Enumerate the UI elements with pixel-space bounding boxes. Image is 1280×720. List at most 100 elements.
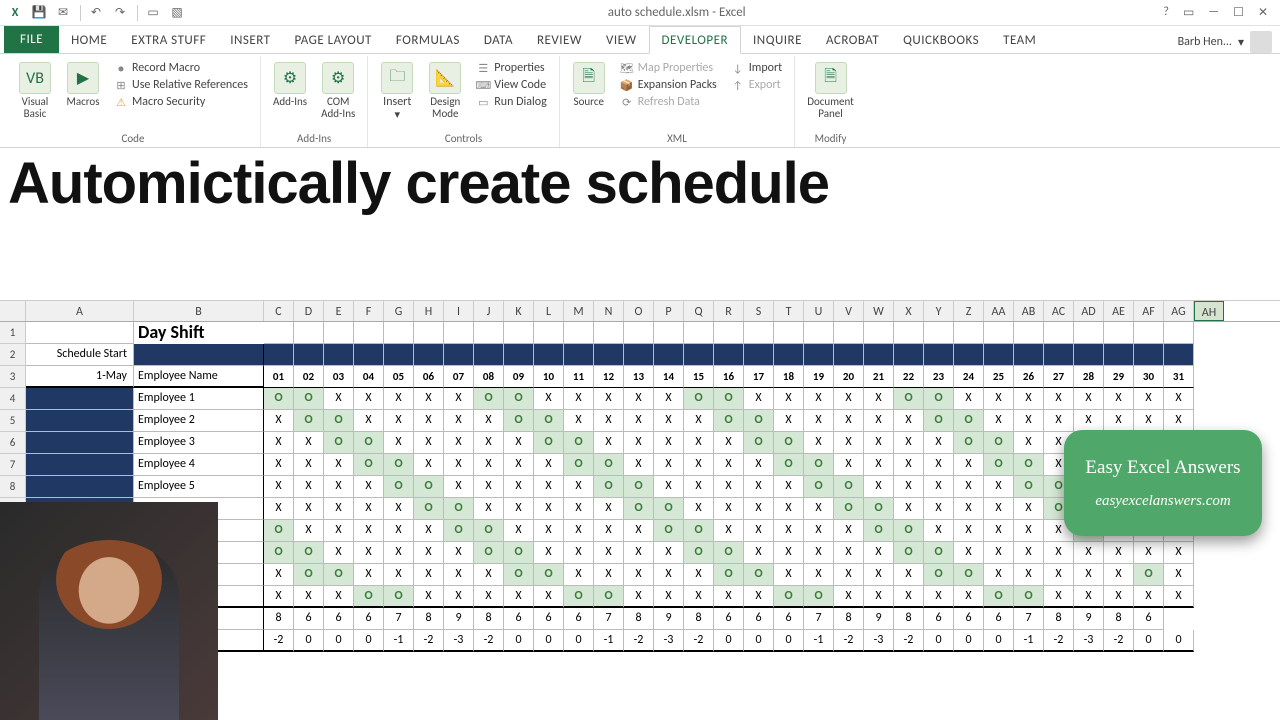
- col-header[interactable]: AG: [1164, 301, 1194, 321]
- cell[interactable]: X: [834, 586, 864, 608]
- cell[interactable]: X: [1134, 542, 1164, 564]
- col-header[interactable]: J: [474, 301, 504, 321]
- redo-icon[interactable]: ↷: [109, 2, 131, 24]
- visual-basic-button[interactable]: VBVisual Basic: [14, 60, 56, 122]
- tab-file[interactable]: FILE: [4, 26, 59, 53]
- cell[interactable]: [134, 344, 264, 366]
- cell[interactable]: X: [684, 454, 714, 476]
- cell[interactable]: O: [744, 410, 774, 432]
- cell[interactable]: O: [924, 388, 954, 410]
- cell[interactable]: O: [324, 432, 354, 454]
- cell[interactable]: X: [1014, 388, 1044, 410]
- cell[interactable]: 07: [444, 366, 474, 388]
- cell[interactable]: 18: [774, 366, 804, 388]
- cell[interactable]: X: [474, 564, 504, 586]
- col-header[interactable]: R: [714, 301, 744, 321]
- cell[interactable]: X: [384, 564, 414, 586]
- cell[interactable]: X: [294, 476, 324, 498]
- cell[interactable]: [534, 322, 564, 344]
- cell[interactable]: O: [384, 586, 414, 608]
- cell[interactable]: X: [474, 586, 504, 608]
- cell[interactable]: X: [1014, 432, 1044, 454]
- cell[interactable]: X: [324, 520, 354, 542]
- cell[interactable]: X: [504, 498, 534, 520]
- col-header[interactable]: AD: [1074, 301, 1104, 321]
- tab-home[interactable]: HOME: [59, 27, 119, 53]
- cell[interactable]: X: [774, 388, 804, 410]
- cell[interactable]: X: [294, 520, 324, 542]
- cell[interactable]: O: [534, 564, 564, 586]
- cell[interactable]: X: [774, 564, 804, 586]
- cell[interactable]: 22: [894, 366, 924, 388]
- cell[interactable]: 6: [294, 608, 324, 630]
- cell[interactable]: -1: [1014, 630, 1044, 652]
- cell[interactable]: -1: [804, 630, 834, 652]
- cell[interactable]: X: [714, 498, 744, 520]
- tab-formulas[interactable]: FORMULAS: [384, 27, 472, 53]
- row-header[interactable]: 5: [0, 410, 26, 432]
- col-header[interactable]: N: [594, 301, 624, 321]
- cell[interactable]: [684, 322, 714, 344]
- cell[interactable]: [714, 322, 744, 344]
- cell[interactable]: 8: [474, 608, 504, 630]
- cell[interactable]: X: [1134, 410, 1164, 432]
- col-header[interactable]: AA: [984, 301, 1014, 321]
- cell[interactable]: 6: [564, 608, 594, 630]
- cell[interactable]: 20: [834, 366, 864, 388]
- cell[interactable]: X: [324, 586, 354, 608]
- cell[interactable]: X: [834, 564, 864, 586]
- cell[interactable]: X: [984, 410, 1014, 432]
- cell[interactable]: O: [1014, 476, 1044, 498]
- cell[interactable]: X: [384, 542, 414, 564]
- cell[interactable]: 6: [354, 608, 384, 630]
- cell[interactable]: 13: [624, 366, 654, 388]
- cell[interactable]: O: [504, 410, 534, 432]
- col-header[interactable]: A: [26, 301, 134, 321]
- cell[interactable]: X: [1074, 410, 1104, 432]
- cell[interactable]: O: [924, 410, 954, 432]
- cell[interactable]: 02: [294, 366, 324, 388]
- cell[interactable]: X: [324, 476, 354, 498]
- cell[interactable]: O: [924, 564, 954, 586]
- cell[interactable]: [834, 322, 864, 344]
- cell[interactable]: X: [1164, 564, 1194, 586]
- cell[interactable]: X: [414, 520, 444, 542]
- cell[interactable]: X: [864, 432, 894, 454]
- cell[interactable]: X: [774, 410, 804, 432]
- cell[interactable]: -2: [474, 630, 504, 652]
- cell[interactable]: X: [864, 454, 894, 476]
- cell[interactable]: O: [684, 542, 714, 564]
- cell[interactable]: [864, 344, 894, 366]
- cell[interactable]: X: [384, 520, 414, 542]
- cell[interactable]: X: [1044, 564, 1074, 586]
- cell[interactable]: O: [774, 432, 804, 454]
- cell[interactable]: [1164, 322, 1194, 344]
- cell[interactable]: Employee 4: [134, 454, 264, 476]
- cell[interactable]: X: [894, 564, 924, 586]
- relative-refs-button[interactable]: ⊞Use Relative References: [110, 77, 252, 93]
- cell[interactable]: O: [414, 476, 444, 498]
- cell[interactable]: 15: [684, 366, 714, 388]
- col-header[interactable]: W: [864, 301, 894, 321]
- cell[interactable]: O: [954, 410, 984, 432]
- cell[interactable]: X: [744, 476, 774, 498]
- cell[interactable]: 8: [834, 608, 864, 630]
- cell[interactable]: X: [264, 476, 294, 498]
- cell[interactable]: X: [744, 498, 774, 520]
- tab-view[interactable]: VIEW: [594, 27, 649, 53]
- cell[interactable]: X: [564, 498, 594, 520]
- cell[interactable]: [384, 344, 414, 366]
- cell[interactable]: X: [954, 520, 984, 542]
- cell[interactable]: X: [744, 520, 774, 542]
- cell[interactable]: X: [354, 542, 384, 564]
- cell[interactable]: O: [564, 454, 594, 476]
- cell[interactable]: X: [324, 542, 354, 564]
- cell[interactable]: X: [924, 454, 954, 476]
- cell[interactable]: [1074, 344, 1104, 366]
- cell[interactable]: [26, 322, 134, 344]
- cell[interactable]: X: [474, 498, 504, 520]
- cell[interactable]: 0: [534, 630, 564, 652]
- cell[interactable]: X: [684, 586, 714, 608]
- cell[interactable]: X: [1044, 410, 1074, 432]
- cell[interactable]: O: [294, 542, 324, 564]
